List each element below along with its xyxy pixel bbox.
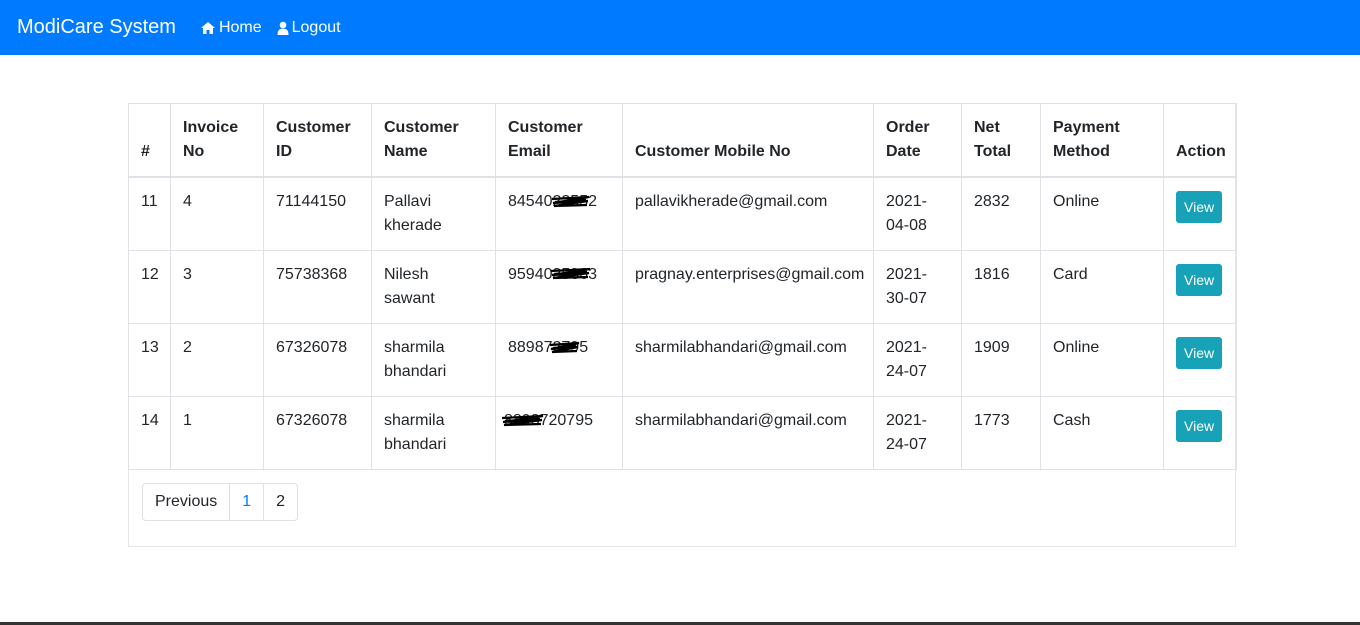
- cell-order-date: 2021-30-07: [873, 250, 962, 324]
- cell-customer-email: 9594035363: [495, 250, 623, 324]
- view-button[interactable]: View: [1176, 337, 1223, 369]
- cell-invoice-no: 1: [170, 396, 264, 470]
- cell-order-date: 2021-24-07: [873, 323, 962, 397]
- nav-home-label: Home: [218, 18, 262, 36]
- cell-payment-method: Online: [1040, 176, 1164, 251]
- cell-customer-mobile: sharmilabhandari@gmail.com: [622, 396, 874, 470]
- cell-customer-id: 75738368: [263, 250, 372, 324]
- cell-customer-email: 889872795: [495, 323, 623, 397]
- column-header: Customer ID: [263, 103, 372, 178]
- scribble-redaction-icon: [550, 267, 590, 280]
- cell-order-date: 2021-24-07: [873, 396, 962, 470]
- cell-payment-method: Online: [1040, 323, 1164, 397]
- email-visible-part: 95940: [508, 266, 553, 283]
- column-header: Customer Email: [495, 103, 623, 178]
- cell-net-total: 1816: [961, 250, 1041, 324]
- cell-customer-name: Nilesh sawant: [371, 250, 496, 324]
- scribble-redaction-icon: [501, 414, 544, 427]
- cell-row-number: 12: [128, 250, 171, 324]
- cell-customer-id: 67326078: [263, 323, 372, 397]
- orders-table: # Invoice No Customer ID Customer Name C…: [128, 103, 1237, 470]
- cell-invoice-no: 2: [170, 323, 264, 397]
- email-visible-part: 720795: [539, 412, 593, 429]
- cell-customer-mobile: pragnay.enterprises@gmail.com: [622, 250, 874, 324]
- pagination-page-2[interactable]: 2: [263, 484, 297, 520]
- column-header: Payment Method: [1040, 103, 1164, 178]
- table-row: 11 4 71144150 Pallavi kherade 8454022552…: [128, 176, 1237, 251]
- top-navbar: ModiCare System Home Logout: [0, 0, 1360, 55]
- pagination: Previous 1 2: [142, 483, 299, 521]
- view-button[interactable]: View: [1176, 191, 1223, 223]
- cell-net-total: 1773: [961, 396, 1041, 470]
- cell-row-number: 14: [128, 396, 171, 470]
- table-row: 14 1 67326078 sharmila bhandari 8898 7207…: [128, 396, 1237, 470]
- column-header: Customer Mobile No: [622, 103, 874, 178]
- orders-card: # Invoice No Customer ID Customer Name C…: [128, 103, 1237, 547]
- redacted-text: 2795: [549, 336, 588, 360]
- nav-logout-link[interactable]: Logout: [277, 19, 341, 37]
- cell-invoice-no: 4: [170, 176, 264, 251]
- cell-customer-name: sharmila bhandari: [371, 323, 496, 397]
- column-header: Invoice No: [170, 103, 264, 178]
- redacted-text: 8898: [501, 409, 544, 433]
- cell-action: View: [1163, 323, 1237, 397]
- column-header: Customer Name: [371, 103, 496, 178]
- column-header: Order Date: [873, 103, 962, 178]
- cell-net-total: 2832: [961, 176, 1041, 251]
- cell-action: View: [1163, 250, 1237, 324]
- cell-customer-mobile: sharmilabhandari@gmail.com: [622, 323, 874, 397]
- email-visible-part: 84540: [508, 193, 553, 210]
- brand-title[interactable]: ModiCare System: [17, 16, 176, 39]
- cell-customer-id: 71144150: [263, 176, 372, 251]
- cell-order-date: 2021-04-08: [873, 176, 962, 251]
- cell-net-total: 1909: [961, 323, 1041, 397]
- column-header: Action: [1163, 103, 1237, 178]
- nav-home-link[interactable]: Home: [200, 19, 262, 37]
- email-visible-part: 88987: [508, 339, 553, 356]
- view-button[interactable]: View: [1176, 410, 1223, 442]
- cell-customer-name: sharmila bhandari: [371, 396, 496, 470]
- column-header: Net Total: [961, 103, 1041, 178]
- home-icon: [200, 21, 216, 35]
- cell-payment-method: Cash: [1040, 396, 1164, 470]
- cell-row-number: 13: [128, 323, 171, 397]
- cell-action: View: [1163, 176, 1237, 251]
- cell-row-number: 11: [128, 176, 171, 251]
- cell-customer-mobile: pallavikherade@gmail.com: [622, 176, 874, 251]
- cell-payment-method: Card: [1040, 250, 1164, 324]
- table-row: 12 3 75738368 Nilesh sawant 9594035363 p…: [128, 250, 1237, 324]
- cell-customer-email: 8454022552: [495, 176, 623, 251]
- nav-logout-label: Logout: [291, 18, 341, 36]
- pagination-page-1[interactable]: 1: [229, 484, 263, 520]
- user-icon: [277, 21, 289, 35]
- pagination-previous[interactable]: Previous: [143, 484, 229, 520]
- column-header: #: [128, 103, 171, 178]
- view-button[interactable]: View: [1176, 264, 1223, 296]
- cell-customer-name: Pallavi kherade: [371, 176, 496, 251]
- cell-invoice-no: 3: [170, 250, 264, 324]
- scribble-redaction-icon: [549, 341, 579, 354]
- cell-action: View: [1163, 396, 1237, 470]
- scribble-redaction-icon: [551, 195, 589, 208]
- redacted-text: 35363: [550, 263, 597, 287]
- cell-customer-id: 67326078: [263, 396, 372, 470]
- redacted-text: 22552: [551, 190, 597, 214]
- table-header-row: # Invoice No Customer ID Customer Name C…: [128, 103, 1237, 178]
- cell-customer-email: 8898 720795: [495, 396, 623, 470]
- table-row: 13 2 67326078 sharmila bhandari 88987279…: [128, 323, 1237, 397]
